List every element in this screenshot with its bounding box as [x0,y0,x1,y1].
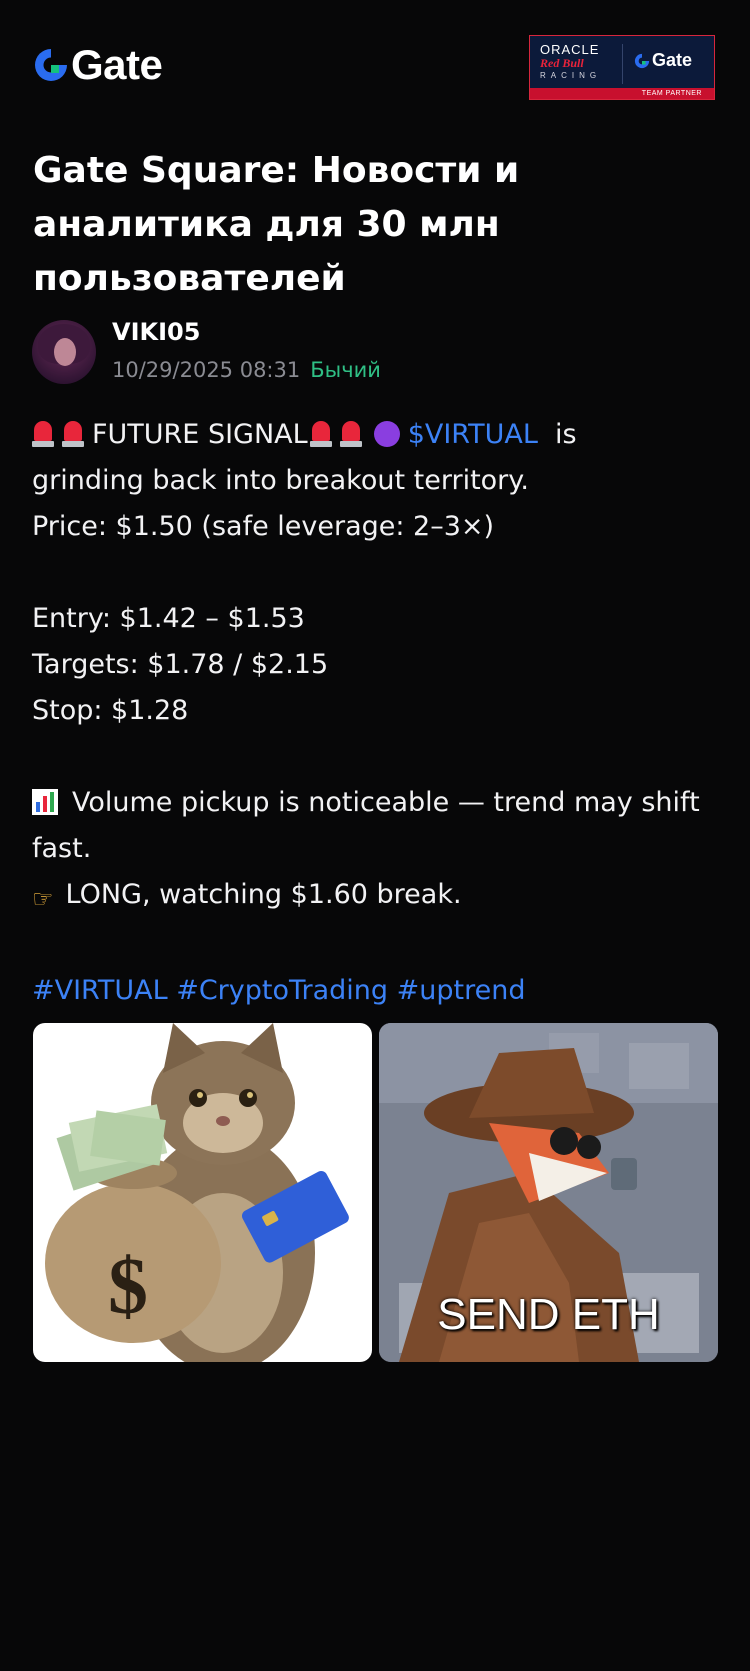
targets-line: Targets: $1.78 / $2.15 [32,649,329,680]
purple-circle-icon [373,421,400,447]
post-body: FUTURE SIGNAL $VIRTUAL is grinding back i… [32,412,722,1014]
partner-team-bar: TEAM PARTNER [530,88,714,99]
pointing-hand-icon: ☞ [32,885,54,913]
stop-line: Stop: $1.28 [32,695,189,726]
gate-logo-icon [634,53,650,68]
entry-line: Entry: $1.42 – $1.53 [32,603,305,634]
gate-logo[interactable]: Gate [33,41,163,88]
long-line: ☞ LONG, watching $1.60 break. [32,872,722,922]
siren-icon [339,421,362,447]
cat-money-illustration: $ [45,1023,349,1362]
volume-text: Volume pickup is noticeable — trend may … [32,787,700,864]
siren-icon [32,421,54,447]
siren-icon [309,421,332,447]
partner-racing-text: RACING [540,71,602,80]
volume-line: Volume pickup is noticeable — trend may … [32,780,722,872]
signal-line-tail: is [555,419,577,450]
hashtags[interactable]: #VIRTUAL #CryptoTrading #uptrend [32,968,722,1014]
partner-gate-logo: Gate [634,50,692,71]
post-page: Gate ORACLE Red Bull RACING Gate TEAM PA… [0,0,750,1671]
partner-badge[interactable]: ORACLE Red Bull RACING Gate TEAM PARTNER [529,35,715,100]
signal-line: FUTURE SIGNAL $VIRTUAL is [32,412,722,458]
post-image-cat[interactable]: $ [33,1023,372,1362]
post-date: 10/29/2025 08:31 [112,358,301,382]
author-name[interactable]: VIKI05 [112,318,200,346]
post-image-fox[interactable]: SEND ETH [379,1023,718,1362]
post-line: grinding back into breakout territory. [32,465,529,496]
bar-chart-icon [32,789,58,815]
gate-logo-text: Gate [71,41,163,88]
svg-text:$: $ [108,1243,148,1331]
partner-redbull-text: Red Bull [540,56,584,70]
post-meta: 10/29/2025 08:31 Бычий [112,358,381,382]
partner-gate-text: Gate [652,50,693,70]
partner-divider [622,44,623,84]
sentiment-badge: Бычий [310,358,381,382]
gate-logo-icon [35,49,67,81]
signal-label: FUTURE SIGNAL [92,419,308,450]
page-title: Gate Square: Новости и аналитика для 30 … [33,150,520,299]
ticker-link[interactable]: $VIRTUAL [408,419,538,450]
avatar[interactable] [32,320,96,384]
price-line: Price: $1.50 (safe leverage: 2–3×) [32,511,495,542]
siren-icon [62,421,84,447]
partner-oracle-text: ORACLE [540,42,600,57]
long-text: LONG, watching $1.60 break. [65,879,462,910]
image-caption: SEND ETH [437,1290,660,1339]
